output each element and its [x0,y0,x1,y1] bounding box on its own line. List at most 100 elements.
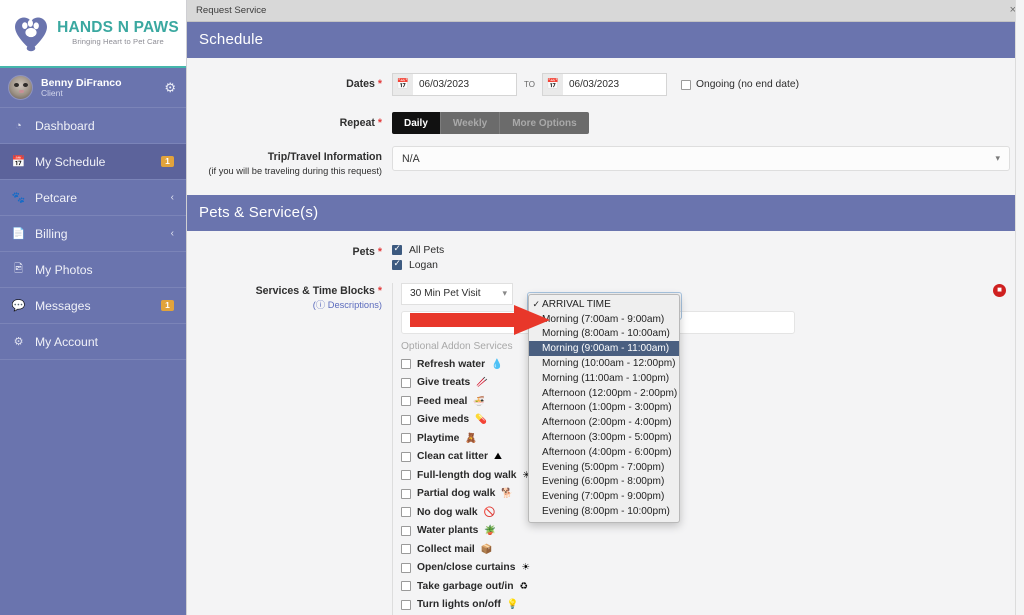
heart-paw-logo-icon [11,13,51,53]
addon-checkbox[interactable] [401,377,411,388]
chevron-down-icon: ▾ [502,288,507,299]
service-block: ■ 30 Min Pet Visit ▾ Optional Addon Serv… [392,282,1024,615]
sidebar-item-label: Dashboard [35,118,95,133]
chat-icon: 💬 [11,300,26,312]
addon-services-title: Optional Addon Services [401,340,513,352]
addon-checkbox-row[interactable]: Take garbage out/in ♻ [401,578,1014,595]
sidebar-item-petcare[interactable]: 🐾 Petcare ‹ [0,180,186,216]
arrival-time-option[interactable]: Afternoon (1:00pm - 3:00pm) [529,401,679,416]
addon-checkbox-row[interactable]: Give treats 🥢 [401,374,1014,391]
user-profile-row[interactable]: Benny DiFranco Client ⚙ [0,68,186,108]
arrival-time-option[interactable]: Evening (7:00pm - 9:00pm) [529,489,679,504]
addon-checkbox[interactable] [401,359,411,370]
arrival-time-option[interactable]: Evening (8:00pm - 10:00pm) [529,504,679,519]
sidebar-item-badge: 1 [161,299,174,312]
addon-checkbox[interactable] [401,544,411,555]
arrival-time-option[interactable]: Morning (8:00am - 10:00am) [529,327,679,342]
addon-checkbox[interactable] [401,451,411,462]
calendar-icon: 📅 [541,73,563,96]
calendar-icon: 📅 [392,73,413,96]
addon-checkbox-row[interactable]: Turn lights on/off 💡 [401,596,1014,613]
addon-emoji-icon: 📦 [480,543,493,555]
sidebar-item-messages[interactable]: 💬 Messages 1 [0,288,186,324]
addon-checkbox[interactable] [401,562,411,573]
arrival-time-option[interactable]: Morning (9:00am - 11:00am) [529,341,679,357]
addon-emoji-icon: 🐕 [501,488,514,500]
end-date-input[interactable] [562,73,667,96]
brand-logo[interactable]: HANDS N PAWS Bringing Heart to Pet Care [0,0,186,68]
addon-checkbox-row[interactable]: Clean cat litter ⛰ [401,448,1014,465]
repeat-option-daily[interactable]: Daily [392,112,441,134]
scroll-rail[interactable] [1015,0,1024,615]
addon-checkbox-row[interactable]: No dog walk 🚫 [401,504,1014,521]
addon-checkbox-row[interactable]: Collect mail 📦 [401,541,1014,558]
addon-checkbox[interactable] [401,470,411,481]
addon-emoji-icon: 💧 [491,358,503,370]
addon-checkbox-row[interactable]: Water plants 🪴 [401,522,1014,539]
addon-checkbox[interactable] [401,581,411,592]
addon-checkbox-row[interactable]: Feed meal 🍜 [401,393,1014,410]
pet-checkbox-row[interactable]: All Pets [392,244,444,256]
arrival-time-option[interactable]: Afternoon (3:00pm - 5:00pm) [529,430,679,445]
addon-checkbox[interactable] [401,599,411,610]
addon-emoji-icon: 🚫 [483,506,496,518]
trip-travel-value: N/A [402,152,420,165]
repeat-option-more-options[interactable]: More Options [500,112,589,134]
required-marker: * [374,284,382,297]
ongoing-checkbox-row[interactable]: Ongoing (no end date) [680,79,799,90]
addon-checkbox[interactable] [401,414,411,425]
end-date-group[interactable]: 📅 [541,73,667,96]
sidebar-item-label: My Photos [35,262,93,277]
services-label: Services & Time Blocks * (ⓘ Descriptions… [187,283,392,311]
services-label-text: Services & Time Blocks [255,284,375,297]
gear-icon[interactable]: ⚙ [164,81,176,94]
ongoing-checkbox[interactable] [680,79,691,90]
app-root: HANDS N PAWS Bringing Heart to Pet Care … [0,0,1024,615]
sidebar-item-billing[interactable]: 📄 Billing ‹ [0,216,186,252]
arrival-time-option[interactable]: Morning (7:00am - 9:00am) [529,312,679,327]
arrival-time-option[interactable]: Evening (6:00pm - 8:00pm) [529,475,679,490]
arrival-time-dropdown-header[interactable]: ARRIVAL TIME [529,297,679,312]
addon-checkbox-row[interactable]: Give meds 💊 [401,411,1014,428]
repeat-option-weekly[interactable]: Weekly [440,112,501,134]
addon-checkbox[interactable] [401,525,411,536]
start-date-group[interactable]: 📅 [392,73,517,96]
arrival-time-dropdown[interactable]: ARRIVAL TIMEMorning (7:00am - 9:00am)Mor… [528,294,680,523]
sidebar-item-dashboard[interactable]: ◔ Dashboard [0,108,186,144]
avatar [8,75,33,100]
arrival-time-option[interactable]: Evening (5:00pm - 7:00pm) [529,460,679,475]
pet-checkbox[interactable] [392,259,402,271]
chevron-left-icon: ‹ [170,228,174,239]
addon-checkbox-row[interactable]: Full-length dog walk ✳ [401,467,1014,484]
addon-checkbox-row[interactable]: Open/close curtains ☀ [401,559,1014,576]
chevron-down-icon: ▾ [995,153,1000,163]
photo-icon: 🖻 [14,263,23,275]
descriptions-link[interactable]: (ⓘ Descriptions) [187,299,382,311]
addon-checkbox-row[interactable]: Refresh water 💧 [401,356,1014,373]
addon-checkbox[interactable] [401,433,411,444]
service-type-select[interactable]: 30 Min Pet Visit ▾ [401,282,513,305]
addon-checkbox[interactable] [401,507,411,518]
document-icon: 📄 [11,228,26,240]
sidebar-item-my-account[interactable]: ⚙ My Account [0,324,186,360]
addon-emoji-icon: 💊 [475,414,487,426]
pet-checkbox-row[interactable]: Logan [392,259,444,271]
addon-emoji-icon: 🪴 [484,525,497,537]
pet-checkbox[interactable] [392,244,402,256]
arrival-time-option[interactable]: Afternoon (12:00pm - 2:00pm) [529,386,679,401]
addon-checkbox[interactable] [401,396,411,407]
addon-checkbox-row[interactable]: Partial dog walk 🐕 [401,485,1014,502]
sidebar-item-label: Billing [35,226,68,241]
start-date-input[interactable] [413,73,517,96]
arrival-time-option[interactable]: Afternoon (4:00pm - 6:00pm) [529,445,679,460]
required-marker: * [374,78,382,90]
sidebar-item-my-schedule[interactable]: 📅 My Schedule 1 [0,144,186,180]
arrival-time-option[interactable]: Morning (11:00am - 1:00pm) [529,371,679,386]
arrival-time-option[interactable]: Afternoon (2:00pm - 4:00pm) [529,415,679,430]
addon-checkbox[interactable] [401,488,411,499]
settings-icon: ⚙ [13,336,24,348]
sidebar-item-my-photos[interactable]: 🖻 My Photos [0,252,186,288]
arrival-time-option[interactable]: Morning (10:00am - 12:00pm) [529,356,679,371]
addon-checkbox-row[interactable]: Playtime 🧸 [401,430,1014,447]
trip-travel-select[interactable]: N/A ▾ [392,146,1010,171]
